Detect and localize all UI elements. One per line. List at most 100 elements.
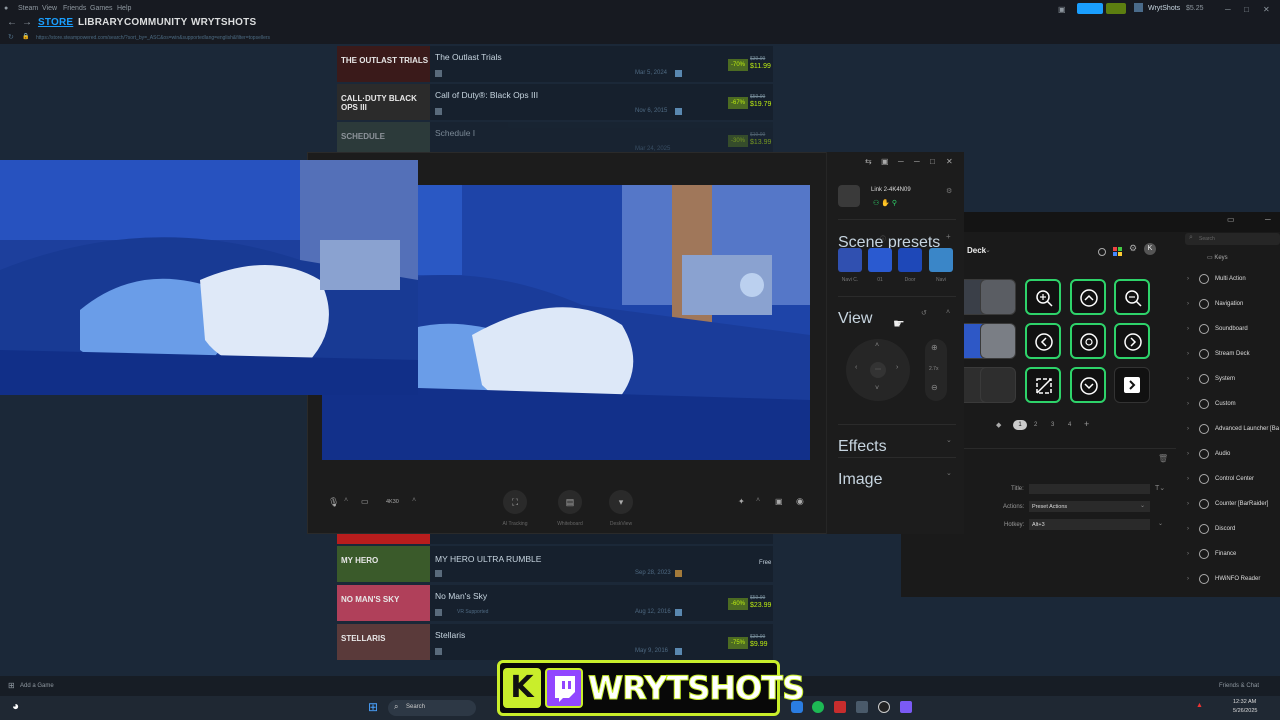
deck-title[interactable]: Deck: [967, 246, 986, 255]
tab-keys[interactable]: ▭ Keys: [1207, 254, 1228, 261]
announce-button[interactable]: [1077, 3, 1103, 14]
clock-time[interactable]: 12:32 AM: [1233, 699, 1256, 705]
gear-icon[interactable]: ⚙: [1129, 243, 1137, 254]
zoom-control[interactable]: ⊕ 2.7x ⊖: [925, 339, 947, 401]
tilt-up-icon[interactable]: ˄: [875, 342, 879, 349]
ai-tracking-button[interactable]: ⛶: [503, 490, 527, 514]
taskbar-app-icon[interactable]: [856, 701, 868, 713]
zoom-in-icon[interactable]: ⊕: [931, 343, 938, 352]
close-icon[interactable]: ✕: [1263, 5, 1270, 14]
broadcast-icon[interactable]: ▣: [1058, 5, 1066, 14]
chevron-down-icon[interactable]: ⌄: [946, 469, 952, 477]
windows-start-icon[interactable]: ⊞: [368, 700, 378, 714]
minimize-icon[interactable]: ─: [1225, 5, 1231, 14]
maximize-icon[interactable]: □: [930, 157, 935, 166]
zoom-out-icon[interactable]: ⊖: [931, 383, 938, 392]
tilt-up-key[interactable]: [1070, 279, 1106, 315]
store-row[interactable]: STELLARIS Stellaris May 9, 2016 -75% $39…: [337, 624, 773, 660]
store-row[interactable]: CALL·DUTY BLACK OPS III Call of Duty®: B…: [337, 84, 773, 120]
forward-icon[interactable]: →: [22, 17, 32, 28]
deskview-button[interactable]: ▾: [609, 490, 633, 514]
tilt-down-key[interactable]: [1070, 367, 1106, 403]
actions-select[interactable]: Preset Actions ⌄: [1029, 501, 1150, 512]
key-slot[interactable]: [980, 367, 1016, 403]
pan-left-icon[interactable]: ‹: [855, 364, 857, 371]
search-input[interactable]: ⌕ Search: [1185, 233, 1280, 245]
settings-icon[interactable]: ⚙: [946, 187, 952, 195]
page-1[interactable]: 1: [1013, 420, 1027, 430]
menu-steam[interactable]: Steam: [18, 5, 38, 12]
camera-icon[interactable]: ▭: [361, 497, 369, 506]
zoom-out-key[interactable]: [1114, 279, 1150, 315]
camera-preview-popout[interactable]: [0, 160, 418, 395]
zoom-in-key[interactable]: [1025, 279, 1061, 315]
taskbar-app-icon[interactable]: [900, 701, 912, 713]
store-row[interactable]: MY HERO MY HERO ULTRA RUMBLE Sep 28, 202…: [337, 546, 773, 582]
minimize-icon[interactable]: ─: [1265, 215, 1271, 224]
store-row[interactable]: NO MAN'S SKY No Man's Sky VR Supported A…: [337, 585, 773, 621]
pan-right-key[interactable]: [1114, 323, 1150, 359]
ai-tracking-key[interactable]: [1025, 367, 1061, 403]
chevron-down-icon[interactable]: ⌄: [985, 246, 991, 254]
pan-right-icon[interactable]: ›: [896, 364, 898, 371]
tab-profile[interactable]: WRYTSHOTS: [191, 17, 256, 28]
pan-tilt-dpad[interactable]: ˄ ‹ › ˅ ⋯: [846, 339, 910, 401]
clock-date[interactable]: 5/26/2025: [1233, 708, 1257, 714]
next-page-key[interactable]: [1114, 367, 1150, 403]
center-key[interactable]: [1070, 323, 1106, 359]
trash-icon[interactable]: 🗑: [1158, 454, 1168, 463]
steam-logo-icon[interactable]: ●: [4, 5, 8, 12]
center-icon[interactable]: ⋯: [870, 362, 886, 378]
avatar[interactable]: [1134, 3, 1143, 12]
image-label[interactable]: Image: [838, 471, 882, 489]
friends-chat-button[interactable]: Friends & Chat: [1219, 683, 1259, 689]
microphone-icon[interactable]: 🎙: [328, 497, 339, 508]
taskbar-search[interactable]: ⌕ Search: [388, 700, 476, 716]
menu-friends[interactable]: Friends: [63, 5, 86, 12]
bell-icon[interactable]: [1097, 244, 1107, 256]
avatar[interactable]: K: [1144, 243, 1156, 255]
add-icon[interactable]: ⊞: [8, 681, 15, 690]
key-slot[interactable]: [980, 279, 1016, 315]
spotify-icon[interactable]: [812, 701, 824, 713]
chevron-down-icon[interactable]: ⌄: [946, 436, 952, 444]
add-page-icon[interactable]: +: [1084, 419, 1089, 429]
close-icon[interactable]: ✕: [946, 157, 953, 166]
add-game-button[interactable]: Add a Game: [20, 683, 54, 689]
back-icon[interactable]: ←: [7, 17, 17, 28]
url-bar[interactable]: ↻ 🔒 https://store.steampowered.com/searc…: [0, 32, 1280, 44]
info-icon[interactable]: ⓘ: [880, 234, 886, 243]
device-switch-icon[interactable]: ⇆: [865, 157, 872, 166]
account-name[interactable]: WrytShots: [1148, 5, 1180, 12]
snapshot-icon[interactable]: ▣: [775, 497, 783, 506]
text-format-icon[interactable]: T⌄: [1155, 484, 1165, 492]
obs-icon[interactable]: [878, 701, 890, 713]
store-row[interactable]: THE OUTLAST TRIALS The Outlast Trials Ma…: [337, 46, 773, 82]
preset-thumbnail[interactable]: [898, 248, 922, 272]
notification-button[interactable]: [1106, 3, 1126, 14]
add-preset-icon[interactable]: +: [946, 232, 951, 241]
tilt-down-icon[interactable]: ˅: [875, 385, 879, 392]
taskbar-app-icon[interactable]: ◕: [12, 699, 19, 713]
title-field[interactable]: [1029, 484, 1150, 494]
minimize-icon[interactable]: ─: [898, 157, 904, 166]
menu-help[interactable]: Help: [117, 5, 131, 12]
reset-icon[interactable]: ↺: [921, 309, 927, 317]
preset-thumbnail[interactable]: [929, 248, 953, 272]
preset-thumbnail[interactable]: [868, 248, 892, 272]
page-2[interactable]: 2: [1034, 422, 1037, 428]
chevron-up-icon[interactable]: ˄: [412, 497, 416, 504]
hotkey-field[interactable]: Alt+3: [1029, 519, 1150, 530]
chevron-up-icon[interactable]: ˄: [946, 309, 950, 316]
window-icon[interactable]: ▭: [1227, 215, 1235, 224]
tab-library[interactable]: LIBRARY: [78, 17, 123, 28]
chevron-down-icon[interactable]: ⌄: [1158, 520, 1163, 527]
reload-icon[interactable]: ↻: [8, 33, 14, 41]
tray-icon[interactable]: ▲: [1196, 702, 1203, 709]
page-4[interactable]: 4: [1068, 422, 1071, 428]
pan-left-key[interactable]: [1025, 323, 1061, 359]
page-3[interactable]: 3: [1051, 422, 1054, 428]
record-icon[interactable]: ◉: [796, 496, 804, 507]
pin-icon[interactable]: ◆: [996, 421, 1001, 429]
device-name[interactable]: Link 2-4K4N09: [871, 187, 911, 193]
